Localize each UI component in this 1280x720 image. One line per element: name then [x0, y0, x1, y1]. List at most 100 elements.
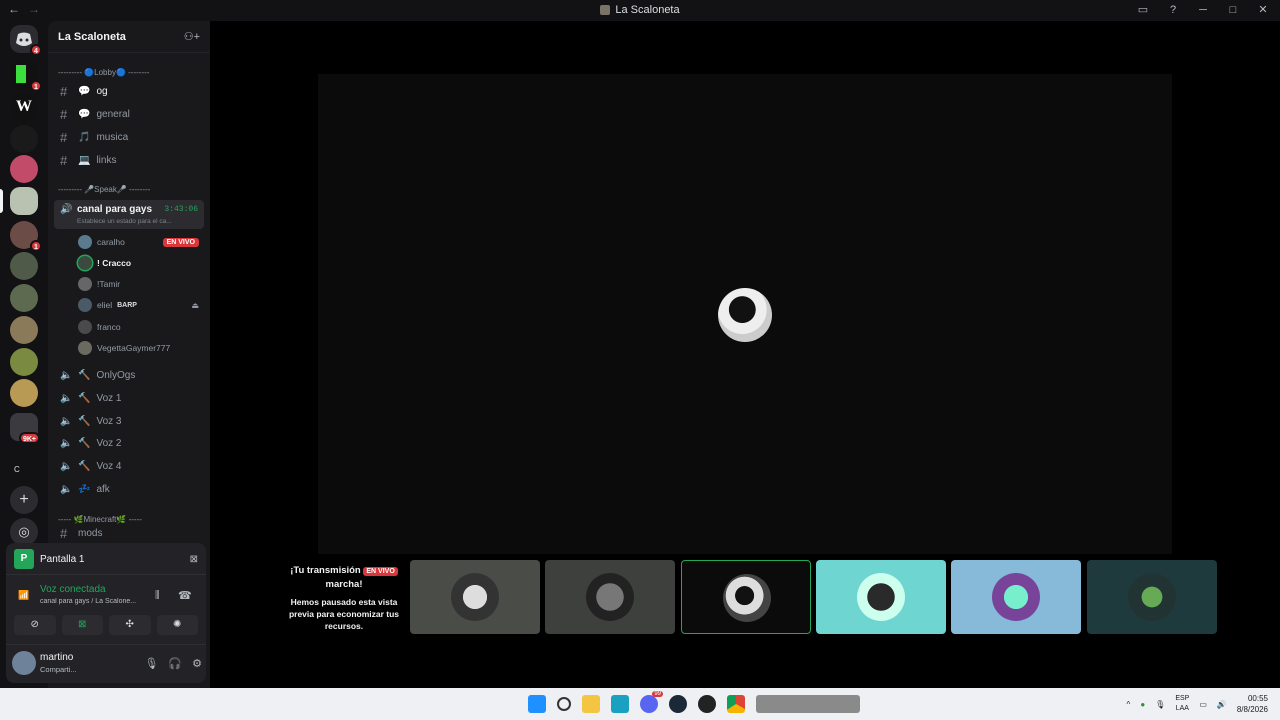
- server-folder[interactable]: 9K+: [10, 413, 40, 444]
- close-button[interactable]: ✕: [1256, 3, 1270, 16]
- windows-start-icon[interactable]: [528, 695, 546, 713]
- participant-tile[interactable]: [1087, 560, 1217, 634]
- divider: [6, 574, 206, 575]
- member-tamir[interactable]: !Tamir: [78, 274, 203, 294]
- channel-links[interactable]: # 💻 links: [54, 150, 204, 170]
- discover-button[interactable]: ◎: [10, 518, 38, 546]
- help-icon[interactable]: ?: [1166, 4, 1180, 16]
- server-icon-10[interactable]: [10, 348, 38, 376]
- screen-share-button[interactable]: ⊠: [61, 615, 103, 635]
- voice-channel-active[interactable]: 🔊 canal para gays 3:43:06 Establece un e…: [54, 200, 204, 229]
- server-icon-1[interactable]: 1: [10, 61, 42, 92]
- voice-channel-onlyogs[interactable]: 🔈 🔨 OnlyOgs: [54, 365, 204, 385]
- channel-musica[interactable]: # 🎵 musica: [54, 127, 204, 147]
- category-lobby[interactable]: --------- 🔵Lobby🔵 --------: [58, 68, 203, 77]
- channel-label: links: [96, 154, 117, 166]
- voice-connected-status[interactable]: Voz conectada: [40, 584, 106, 595]
- avatar: [723, 574, 771, 622]
- channel-mods[interactable]: # mods: [54, 528, 204, 538]
- hash-icon: #: [60, 129, 68, 145]
- inbox-icon[interactable]: ▭: [1136, 3, 1150, 16]
- server-icon-11[interactable]: [10, 379, 38, 407]
- voice-channel-voz4[interactable]: 🔈 🔨 Voz 4: [54, 456, 204, 476]
- clock[interactable]: 00:55 8/8/2026: [1237, 693, 1268, 715]
- participant-tile[interactable]: [816, 560, 946, 634]
- monitor-icon: 💻: [78, 154, 91, 166]
- network-icon[interactable]: ▭: [1199, 700, 1207, 709]
- tray-app-icon[interactable]: ●: [1140, 700, 1145, 709]
- member-eliel[interactable]: eliel BARP ⏏: [78, 295, 203, 315]
- speech-bubble-icon: 💬: [78, 85, 91, 97]
- speaker-icon: 🔈: [60, 437, 73, 449]
- gear-icon[interactable]: ⚙: [192, 657, 202, 670]
- channel-label: general: [96, 108, 130, 120]
- member-vegetta[interactable]: VegettaGaymer777: [78, 338, 203, 358]
- divider: [6, 644, 206, 645]
- server-icon-8[interactable]: [10, 284, 38, 312]
- server-folder-c[interactable]: C: [10, 451, 38, 479]
- server-badge-folder: 9K+: [18, 432, 40, 444]
- server-icon-3[interactable]: [10, 125, 38, 153]
- headphones-icon[interactable]: 🎧: [168, 657, 182, 670]
- voice-channel-voz1[interactable]: 🔈 🔨 Voz 1: [54, 388, 204, 408]
- guild-header[interactable]: La Scaloneta ⚇+: [48, 21, 210, 53]
- voice-channel-voz3[interactable]: 🔈 🔨 Voz 3: [54, 411, 204, 431]
- server-icon-6[interactable]: 1: [10, 221, 42, 252]
- window-title: La Scaloneta: [0, 4, 1280, 16]
- app-icon[interactable]: [611, 695, 629, 713]
- avatar: [1128, 573, 1176, 621]
- server-icon-9[interactable]: [10, 316, 38, 344]
- voice-channel-voz2[interactable]: 🔈 🔨 Voz 2: [54, 433, 204, 453]
- server-icon-4[interactable]: [10, 155, 38, 183]
- channel-og[interactable]: # 💬 og: [54, 81, 204, 101]
- participant-tile-speaking[interactable]: [681, 560, 811, 634]
- volume-icon[interactable]: 🔊: [1217, 700, 1227, 709]
- user-info[interactable]: martino Comparti... 🎙 🎧 ⚙: [12, 649, 202, 679]
- participant-tile[interactable]: [951, 560, 1081, 634]
- app-icon[interactable]: [698, 695, 716, 713]
- avatar: [78, 320, 92, 334]
- file-explorer-icon[interactable]: [582, 695, 600, 713]
- focused-video[interactable]: [318, 74, 1172, 554]
- avatar: [12, 651, 36, 675]
- camera-off-button[interactable]: ⊘: [14, 615, 56, 635]
- chevron-up-icon[interactable]: ^: [1127, 700, 1131, 709]
- chrome-icon[interactable]: [727, 695, 745, 713]
- activities-button[interactable]: ✣: [109, 615, 151, 635]
- noise-suppression-icon[interactable]: ⫼: [155, 590, 160, 601]
- server-badge-6: 1: [30, 240, 42, 252]
- minimize-button[interactable]: ─: [1196, 4, 1210, 16]
- participant-tile[interactable]: [545, 560, 675, 634]
- member-caralho[interactable]: caralho EN VIVO: [78, 232, 203, 252]
- search-icon[interactable]: [557, 697, 571, 711]
- add-server-button[interactable]: +: [10, 486, 38, 514]
- disconnect-icon[interactable]: ☎: [178, 589, 192, 602]
- microphone-icon[interactable]: 🎙: [1155, 700, 1165, 709]
- category-minecraft[interactable]: ----- 🌿Minecraft🌿 -----: [58, 515, 203, 524]
- speech-bubble-icon: 💬: [78, 108, 91, 120]
- steam-icon[interactable]: [669, 695, 687, 713]
- maximize-button[interactable]: □: [1226, 4, 1240, 16]
- microphone-icon[interactable]: 🎙: [144, 657, 158, 670]
- language-indicator[interactable]: ESP LAA: [1175, 694, 1189, 714]
- voice-connection-detail[interactable]: canal para gays / La Scalone...: [40, 598, 144, 605]
- discord-taskbar-icon[interactable]: 99: [640, 691, 663, 713]
- voice-status-text[interactable]: Establece un estado para el ca...: [77, 218, 189, 225]
- server-icon-7[interactable]: [10, 252, 38, 280]
- game-window-thumbnail[interactable]: [756, 695, 860, 713]
- dm-home-button[interactable]: 4: [10, 25, 42, 56]
- soundboard-button[interactable]: ✺: [156, 615, 198, 635]
- channel-general[interactable]: # 💬 general: [54, 104, 204, 124]
- screen-share-row[interactable]: P Pantalla 1 ⊠: [14, 548, 198, 570]
- participant-tile[interactable]: [410, 560, 540, 634]
- add-member-icon[interactable]: ⚇+: [184, 30, 200, 43]
- selected-server-pill: [0, 189, 3, 213]
- notice-title: ¡Tu transmisión EN VIVO marcha!: [284, 564, 404, 591]
- voice-channel-afk[interactable]: 🔈 💤 afk: [54, 479, 204, 499]
- category-speak[interactable]: --------- 🎤Speak🎤 --------: [58, 185, 203, 194]
- member-franco[interactable]: franco: [78, 317, 203, 337]
- stop-screen-icon[interactable]: ⊠: [190, 554, 198, 565]
- member-cracco[interactable]: ! Cracco: [78, 253, 203, 273]
- server-icon-2[interactable]: W: [10, 93, 38, 121]
- server-icon-5[interactable]: [10, 187, 38, 215]
